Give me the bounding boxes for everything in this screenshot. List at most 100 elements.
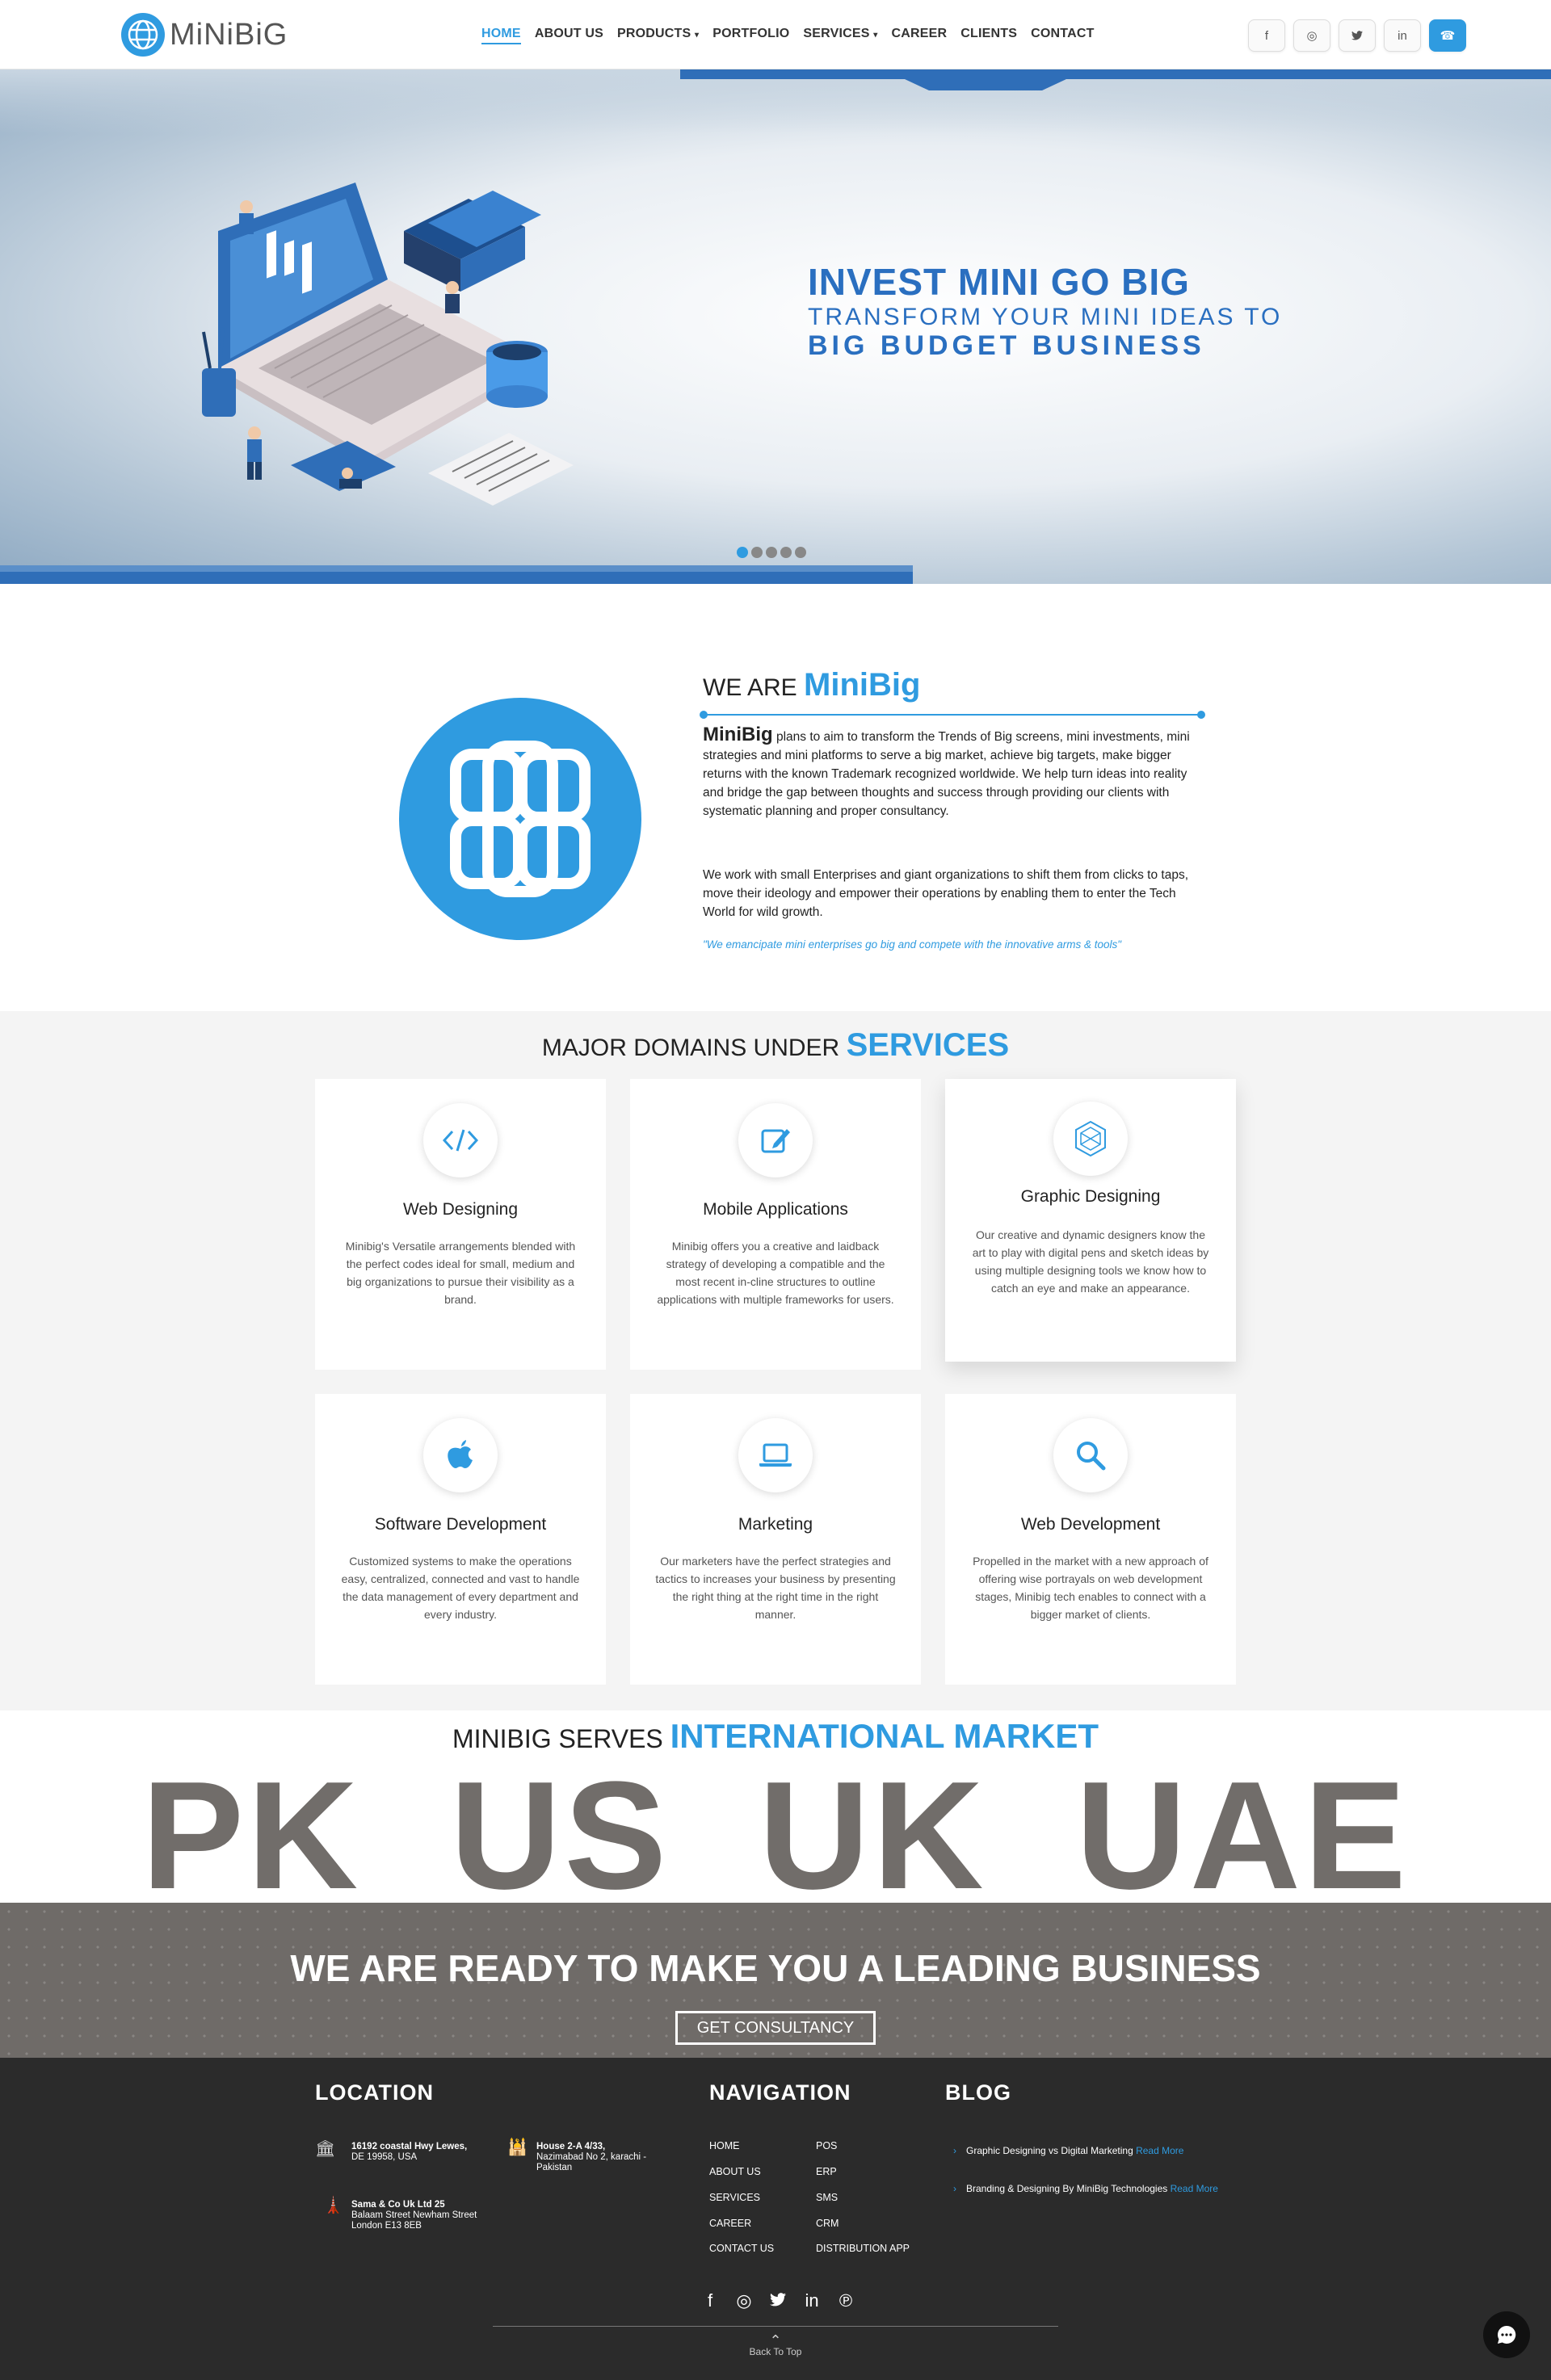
country-codes: PK US UK UAE	[0, 1767, 1551, 1904]
search-icon	[1053, 1418, 1128, 1492]
nav-clients[interactable]: CLIENTS	[960, 27, 1017, 44]
linkedin-icon[interactable]: in	[801, 2290, 822, 2311]
service-card-marketing[interactable]: Marketing Our marketers have the perfect…	[630, 1394, 921, 1685]
footer-location-title: LOCATION	[315, 2080, 434, 2105]
nav-about-us[interactable]: ABOUT US	[535, 27, 603, 44]
hero-top-bar	[680, 69, 1551, 79]
pinterest-icon[interactable]: ℗	[835, 2290, 856, 2311]
address-pakistan: House 2-A 4/33, Nazimabad No 2, karachi -…	[536, 2142, 647, 2172]
main-nav: HOME ABOUT US PRODUCTS ▾ PORTFOLIO SERVI…	[481, 27, 1108, 44]
card-text: Customized systems to make the operation…	[341, 1555, 580, 1621]
about-heading: WE ARE MiniBig	[703, 667, 921, 703]
facebook-icon[interactable]: f	[700, 2290, 721, 2311]
footer-link-pos[interactable]: POS	[816, 2140, 837, 2151]
country-code-pk: PK	[141, 1767, 362, 1904]
hero-tagline: BIG BUDGET BUSINESS	[808, 330, 1205, 361]
footer-blog-title: BLOG	[945, 2080, 1011, 2105]
about-quote: "We emancipate mini enterprises go big a…	[703, 938, 1122, 951]
service-card-web-development[interactable]: Web Development Propelled in the market …	[945, 1394, 1236, 1685]
slider-dot[interactable]	[751, 547, 763, 558]
nav-products[interactable]: PRODUCTS ▾	[617, 27, 699, 44]
minibig-emblem	[399, 698, 641, 940]
mosque-icon: 🕌	[507, 2139, 528, 2156]
chat-bubble-icon[interactable]	[1483, 2311, 1530, 2358]
services-section: MAJOR DOMAINS UNDER SERVICES Web Designi…	[0, 1011, 1551, 1710]
footer-link-erp[interactable]: ERP	[816, 2166, 837, 2177]
service-card-mobile-applications[interactable]: Mobile Applications Minibig offers you a…	[630, 1079, 921, 1370]
card-text: Minibig offers you a creative and laidba…	[657, 1240, 894, 1306]
slider-dot[interactable]	[780, 547, 792, 558]
chevron-right-icon: ›	[953, 2145, 956, 2156]
slider-dot[interactable]	[795, 547, 806, 558]
linkedin-icon[interactable]: in	[1384, 19, 1421, 52]
blog-item[interactable]: › Branding & Designing By MiniBig Technol…	[953, 2182, 1233, 2196]
nav-home[interactable]: HOME	[481, 27, 521, 44]
blog-item[interactable]: › Graphic Designing vs Digital Marketing …	[953, 2144, 1233, 2158]
footer-link-sms[interactable]: SMS	[816, 2192, 838, 2203]
read-more-link[interactable]: Read More	[1171, 2183, 1218, 2194]
market-heading: MINIBIG SERVES INTERNATIONAL MARKET	[452, 1717, 1099, 1755]
footer-link-home[interactable]: HOME	[709, 2140, 740, 2151]
service-card-web-designing[interactable]: Web Designing Minibig's Versatile arrang…	[315, 1079, 606, 1370]
cta-heading: WE ARE READY TO MAKE YOU A LEADING BUSIN…	[290, 1947, 1261, 1989]
heading-divider	[700, 711, 1205, 719]
card-text: Our creative and dynamic designers know …	[972, 1228, 1209, 1295]
hero-illustration	[202, 183, 574, 506]
nav-career[interactable]: CAREER	[892, 27, 948, 44]
slider-dot[interactable]	[737, 547, 748, 558]
footer-link-distribution-app[interactable]: DISTRIBUTION APP	[816, 2243, 910, 2254]
slider-dot[interactable]	[766, 547, 777, 558]
card-title: Software Development	[374, 1515, 547, 1534]
get-consultancy-button[interactable]: GET CONSULTANCY	[675, 2011, 876, 2045]
cta-banner: WE ARE READY TO MAKE YOU A LEADING BUSIN…	[0, 1903, 1551, 2058]
chevron-down-icon: ▾	[695, 31, 700, 40]
about-paragraph-2: We work with small Enterprises and giant…	[703, 868, 1189, 919]
instagram-icon[interactable]: ◎	[1293, 19, 1330, 52]
laptop-icon	[738, 1418, 813, 1492]
globe-icon	[121, 13, 165, 57]
logo[interactable]: MiNiBiG	[121, 13, 288, 57]
services-heading: MAJOR DOMAINS UNDER SERVICES	[541, 1027, 1010, 1063]
nav-contact[interactable]: CONTACT	[1031, 27, 1094, 44]
chevron-down-icon: ▾	[873, 31, 878, 40]
twitter-icon[interactable]	[767, 2290, 788, 2311]
footer-link-contact-us[interactable]: CONTACT US	[709, 2243, 774, 2254]
hero-slider: INVEST MINI GO BIG TRANSFORM YOUR MINI I…	[0, 69, 1551, 584]
footer-link-crm[interactable]: CRM	[816, 2218, 839, 2229]
building-icon: 🏛	[315, 2140, 336, 2158]
footer-link-about-us[interactable]: ABOUT US	[709, 2166, 761, 2177]
nav-portfolio[interactable]: PORTFOLIO	[712, 27, 789, 44]
read-more-link[interactable]: Read More	[1136, 2145, 1183, 2156]
footer-divider	[493, 2326, 1058, 2327]
country-code-uae: UAE	[1075, 1767, 1410, 1904]
card-text: Our marketers have the perfect strategie…	[655, 1555, 896, 1621]
about-paragraph-1: MiniBig plans to aim to transform the Tr…	[703, 724, 1190, 819]
chevron-up-icon: ⌃	[769, 2332, 782, 2349]
footer-socials: f ◎ in ℗	[700, 2290, 856, 2311]
card-title: Web Development	[1020, 1515, 1161, 1534]
twitter-icon[interactable]	[1339, 19, 1376, 52]
hero-subheadline: TRANSFORM YOUR MINI IDEAS TO	[808, 304, 1283, 330]
footer-link-career[interactable]: CAREER	[709, 2218, 751, 2229]
header-socials: f ◎ in ☎	[1248, 19, 1466, 52]
card-title: Web Designing	[402, 1200, 519, 1219]
card-text: Propelled in the market with a new appro…	[973, 1555, 1208, 1621]
service-card-software-development[interactable]: Software Development Customized systems …	[315, 1394, 606, 1685]
card-title: Mobile Applications	[703, 1200, 848, 1219]
code-icon	[423, 1103, 498, 1177]
tower-icon: 🗼	[323, 2197, 343, 2214]
back-to-top-button[interactable]: ⌃ Back To Top	[727, 2332, 824, 2357]
service-card-graphic-designing[interactable]: Graphic Designing Our creative and dynam…	[945, 1079, 1236, 1362]
nav-services[interactable]: SERVICES ▾	[803, 27, 877, 44]
phone-icon[interactable]: ☎	[1429, 19, 1466, 52]
address-uk: Sama & Co Uk Ltd 25 Balaam Street Newham …	[351, 2200, 477, 2231]
footer-navigation-title: NAVIGATION	[709, 2080, 851, 2105]
chevron-right-icon: ›	[953, 2183, 956, 2194]
footer-link-services[interactable]: SERVICES	[709, 2192, 760, 2203]
instagram-icon[interactable]: ◎	[733, 2290, 754, 2311]
facebook-icon[interactable]: f	[1248, 19, 1285, 52]
card-title: Graphic Designing	[1020, 1187, 1161, 1206]
slider-dots	[737, 547, 806, 558]
country-code-us: US	[450, 1767, 670, 1904]
card-title: Marketing	[738, 1515, 813, 1534]
